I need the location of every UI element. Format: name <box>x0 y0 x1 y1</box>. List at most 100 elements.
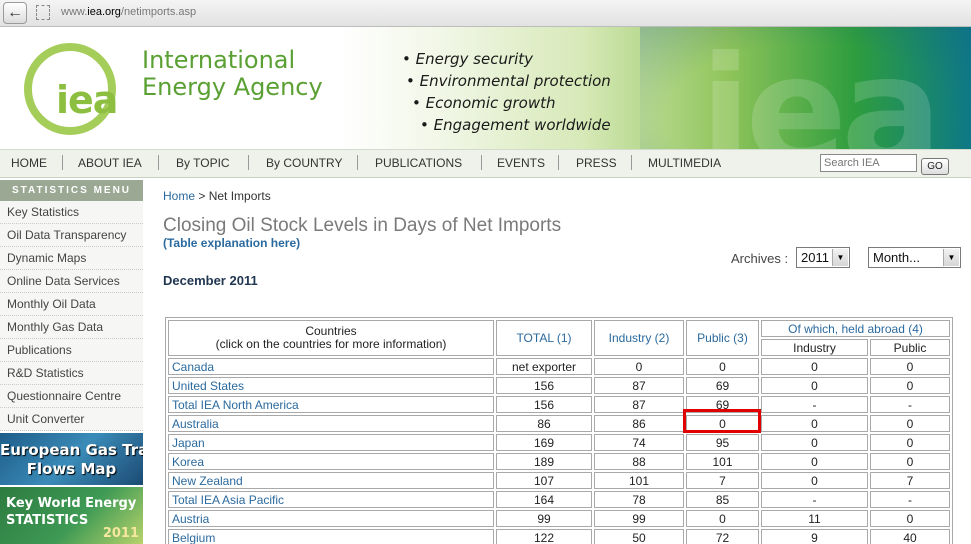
promo-kwes-year: 2011 <box>102 526 139 541</box>
table-row: New Zealand 107 101 7 0 7 <box>168 472 950 489</box>
statistics-sidebar: STATISTICS MENU Key Statistics Oil Data … <box>0 180 143 544</box>
table-row: Total IEA Asia Pacific 164 78 85- - <box>168 491 950 508</box>
col-header-industry[interactable]: Industry (2) <box>594 320 684 356</box>
org-name-line1: International <box>142 46 296 74</box>
sidebar-item-key-statistics[interactable]: Key Statistics <box>0 201 143 224</box>
table-row: Total IEA North America 156 87 69- - <box>168 396 950 413</box>
country-link[interactable]: Total IEA North America <box>168 396 494 413</box>
archive-month-value: Month... <box>873 250 920 265</box>
table-cell: 7 <box>870 472 950 489</box>
sidebar-item-monthly-oil-data[interactable]: Monthly Oil Data <box>0 293 143 316</box>
nav-separator <box>558 155 559 170</box>
table-cell: 156 <box>496 396 592 413</box>
table-row: Korea 189 88 101 0 0 <box>168 453 950 470</box>
table-row: Canada net exporter 0 0 0 0 <box>168 358 950 375</box>
promo-kwes-title: Key World Energy STATISTICS <box>6 495 136 529</box>
search-go-button[interactable]: GO <box>921 158 949 175</box>
org-name-line2: Energy Agency <box>142 73 323 101</box>
tagline-energy-security: • Energy security <box>402 50 534 68</box>
sidebar-item-rd-statistics[interactable]: R&D Statistics <box>0 362 143 385</box>
nav-about-iea[interactable]: ABOUT IEA <box>78 156 142 170</box>
country-link[interactable]: Total IEA Asia Pacific <box>168 491 494 508</box>
key-world-energy-statistics-banner[interactable]: Key World Energy STATISTICS 2011 <box>0 487 143 544</box>
table-cell: 9 <box>761 529 868 544</box>
nav-publications[interactable]: PUBLICATIONS <box>375 156 462 170</box>
table-body: Canada net exporter 0 0 0 0 United States 156 87… <box>168 358 950 544</box>
table-cell: 0 <box>870 377 950 394</box>
main-nav: HOME ABOUT IEA By TOPIC By COUNTRY PUBLI… <box>0 149 971 178</box>
table-cell: 0 <box>870 415 950 432</box>
table-cell: - <box>761 491 868 508</box>
nav-multimedia[interactable]: MULTIMEDIA <box>648 156 721 170</box>
nav-separator <box>62 155 63 170</box>
table-cell: 69 <box>686 377 759 394</box>
nav-events[interactable]: EVENTS <box>497 156 545 170</box>
sidebar-item-publications[interactable]: Publications <box>0 339 143 362</box>
table-cell: 122 <box>496 529 592 544</box>
nav-press[interactable]: PRESS <box>576 156 617 170</box>
country-link[interactable]: New Zealand <box>168 472 494 489</box>
org-name: International Energy Agency <box>142 47 323 101</box>
country-link[interactable]: Japan <box>168 434 494 451</box>
address-bar[interactable]: www.iea.org/netimports.asp <box>61 6 196 18</box>
col-header-abroad-public: Public <box>870 339 950 356</box>
country-link[interactable]: Canada <box>168 358 494 375</box>
search-input[interactable] <box>820 154 917 172</box>
nav-separator <box>158 155 159 170</box>
nav-separator <box>481 155 482 170</box>
nav-separator <box>357 155 358 170</box>
sidebar-item-questionnaire-centre[interactable]: Questionnaire Centre <box>0 385 143 408</box>
tagline-economic-growth: • Economic growth <box>412 94 556 112</box>
archive-month-select[interactable]: Month... ▼ <box>868 247 961 268</box>
table-cell: 164 <box>496 491 592 508</box>
sidebar-item-dynamic-maps[interactable]: Dynamic Maps <box>0 247 143 270</box>
archive-year-value: 2011 <box>801 250 829 265</box>
breadcrumb-current: Net Imports <box>208 189 271 203</box>
table-cell: 88 <box>594 453 684 470</box>
table-cell: 0 <box>870 510 950 527</box>
table-cell: 169 <box>496 434 592 451</box>
sidebar-item-oil-data-transparency[interactable]: Oil Data Transparency <box>0 224 143 247</box>
european-gas-trade-flows-banner[interactable]: European Gas Trade Flows Map <box>0 433 143 485</box>
sidebar-item-unit-converter[interactable]: Unit Converter <box>0 408 143 431</box>
country-link[interactable]: Belgium <box>168 529 494 544</box>
country-link[interactable]: Korea <box>168 453 494 470</box>
nav-by-topic[interactable]: By TOPIC <box>176 156 230 170</box>
table-cell: 99 <box>594 510 684 527</box>
table-cell: 86 <box>594 415 684 432</box>
nav-home[interactable]: HOME <box>11 156 47 170</box>
country-link[interactable]: Australia <box>168 415 494 432</box>
url-domain: iea.org <box>87 6 121 18</box>
country-link[interactable]: Austria <box>168 510 494 527</box>
promo-gas-line2: Flows Map <box>26 460 117 478</box>
table-row: Austria 99 99 0 11 0 <box>168 510 950 527</box>
table-cell: 0 <box>594 358 684 375</box>
nav-by-country[interactable]: By COUNTRY <box>266 156 342 170</box>
table-cell: 0 <box>686 358 759 375</box>
nav-separator <box>248 155 249 170</box>
table-cell: 86 <box>496 415 592 432</box>
col-header-total[interactable]: TOTAL (1) <box>496 320 592 356</box>
iea-logo-text: iea <box>56 78 118 122</box>
col-header-countries: Countries (click on the countries for mo… <box>168 320 494 356</box>
col-header-public[interactable]: Public (3) <box>686 320 759 356</box>
archive-year-select[interactable]: 2011 ▼ <box>796 247 850 268</box>
breadcrumb-home-link[interactable]: Home <box>163 189 195 203</box>
header-banner: iea iea International Energy Agency • En… <box>0 27 971 149</box>
sidebar-header: STATISTICS MENU <box>0 180 143 201</box>
table-cell: 0 <box>686 510 759 527</box>
col-header-held-abroad[interactable]: Of which, held abroad (4) <box>761 320 950 337</box>
country-link[interactable]: United States <box>168 377 494 394</box>
sidebar-item-monthly-gas-data[interactable]: Monthly Gas Data <box>0 316 143 339</box>
page-icon <box>36 5 50 20</box>
table-row: Australia 86 86 0 0 0 <box>168 415 950 432</box>
table-cell: 0 <box>761 472 868 489</box>
table-explanation-link[interactable]: (Table explanation here) <box>163 236 300 250</box>
url-prefix: www. <box>61 6 88 18</box>
promo-gas-title: European Gas Trade Flows Map <box>0 441 143 479</box>
sidebar-item-online-data-services[interactable]: Online Data Services <box>0 270 143 293</box>
col-header-abroad-industry: Industry <box>761 339 868 356</box>
promo-gas-line1: European Gas Trade <box>0 441 143 459</box>
back-arrow-icon[interactable]: ← <box>3 2 27 24</box>
table-cell: 87 <box>594 396 684 413</box>
